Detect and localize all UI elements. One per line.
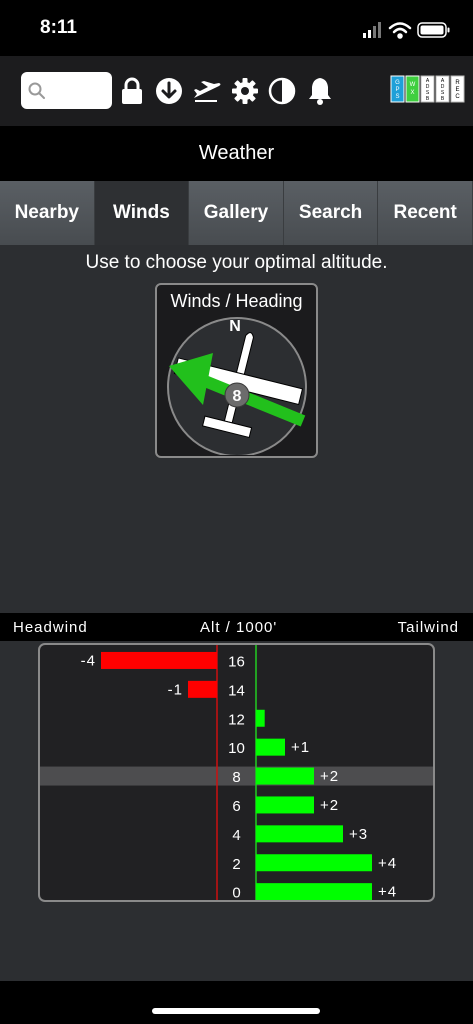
wind-speed: 8 — [233, 388, 242, 405]
adsb-out-indicator: A D S B — [435, 75, 450, 103]
svg-text:E: E — [455, 87, 459, 93]
tailwind-bar — [256, 709, 265, 727]
rec-indicator: R E C — [450, 75, 465, 103]
gear-icon — [232, 78, 258, 104]
home-indicator[interactable] — [152, 1008, 320, 1014]
wind-compass: N 8 — [167, 317, 307, 455]
bar-value-label: +3 — [349, 826, 368, 843]
altitude-tick-label: 2 — [232, 856, 240, 873]
battery-icon — [417, 22, 450, 38]
bell-icon — [309, 78, 331, 105]
adsb-indicator: A D S B — [420, 75, 435, 103]
wifi-icon — [388, 22, 412, 39]
altitude-tick-label: 14 — [228, 682, 245, 699]
altitude-label: Alt / 1000' — [200, 619, 278, 636]
winds-content: Use to choose your optimal altitude. Win… — [0, 245, 473, 613]
plane-icon — [194, 81, 221, 102]
tailwind-bar — [256, 767, 314, 785]
winds-axis-header: Headwind Alt / 1000' Tailwind — [0, 613, 473, 641]
winds-chart[interactable]: -4 16 -1 14 12 +1 10 +2 8 +2 6 +3 4 +4 2 +4 0 — [38, 643, 435, 902]
plane-button[interactable] — [192, 74, 222, 108]
tailwind-label: Tailwind — [397, 619, 459, 636]
status-time: 8:11 — [40, 17, 77, 38]
svg-text:C: C — [455, 94, 460, 100]
download-icon — [156, 78, 182, 104]
page-title: Weather — [198, 142, 275, 164]
hint-text: Use to choose your optimal altitude. — [85, 252, 388, 273]
settings-button[interactable] — [230, 74, 260, 108]
search-input[interactable] — [51, 78, 107, 102]
bar-value-label: -1 — [168, 681, 183, 698]
headwind-bar — [188, 680, 217, 698]
winds-chart-area: -4 16 -1 14 12 +1 10 +2 8 +2 6 +3 4 +4 2 +4 0 — [0, 641, 473, 981]
svg-text:P: P — [395, 87, 399, 93]
tab-gallery[interactable]: Gallery — [189, 181, 284, 245]
headwind-bar — [101, 651, 217, 669]
tab-winds[interactable]: Winds — [94, 181, 190, 245]
bar-value-label: +4 — [378, 884, 397, 900]
wind-heading-widget[interactable]: Winds / Heading N 8 — [155, 283, 318, 458]
tab-search[interactable]: Search — [283, 181, 379, 245]
bar-value-label: +2 — [320, 797, 339, 814]
bar-value-label: +4 — [378, 855, 397, 872]
signal-icon — [363, 22, 381, 38]
status-icons — [363, 22, 450, 39]
bar-value-label: +1 — [291, 739, 310, 756]
tailwind-bar — [256, 796, 314, 814]
contrast-icon — [268, 77, 296, 105]
bar-value-label: -4 — [81, 652, 96, 669]
tailwind-bar — [256, 854, 372, 872]
altitude-tick-label: 0 — [232, 885, 240, 900]
tailwind-bar — [256, 738, 285, 756]
bottom-strip — [0, 981, 473, 1024]
tab-recent[interactable]: Recent — [378, 181, 473, 245]
device-status-panel[interactable]: G P S W X A D S B A D S B R E C — [390, 72, 470, 106]
notifications-button[interactable] — [305, 74, 335, 108]
svg-text:S: S — [395, 94, 399, 100]
compass-north: N — [229, 318, 241, 335]
tab-nearby[interactable]: Nearby — [0, 181, 95, 245]
gps-indicator: G P S — [390, 75, 405, 103]
download-button[interactable] — [154, 74, 184, 108]
altitude-tick-label: 10 — [228, 740, 245, 757]
svg-text:W: W — [410, 82, 416, 88]
bar-value-label: +2 — [320, 768, 339, 785]
altitude-tick-label: 12 — [228, 711, 245, 728]
wind-chart-svg: -4 16 -1 14 12 +1 10 +2 8 +2 6 +3 4 +4 2 +4 0 — [40, 645, 433, 900]
status-bar: 8:11 — [0, 0, 473, 56]
svg-text:X: X — [410, 90, 414, 96]
wind-widget-label: Winds / Heading — [170, 291, 303, 311]
lock-icon — [122, 77, 142, 104]
altitude-tick-label: 6 — [232, 798, 240, 815]
search-icon — [28, 82, 45, 99]
headwind-label: Headwind — [13, 619, 88, 636]
toolbar: G P S W X A D S B A D S B R E C — [0, 56, 473, 126]
altitude-tick-label: 16 — [228, 653, 245, 670]
wx-indicator: W X — [405, 75, 420, 103]
altitude-tick-label: 8 — [232, 769, 240, 786]
tab-bar: Nearby Winds Gallery Search Recent — [0, 181, 473, 245]
lock-button[interactable] — [117, 74, 147, 108]
search-box[interactable] — [21, 72, 112, 109]
altitude-tick-label: 4 — [232, 827, 240, 844]
tailwind-bar — [256, 883, 372, 900]
svg-text:R: R — [455, 80, 460, 86]
night-mode-button[interactable] — [267, 74, 297, 108]
svg-text:G: G — [395, 80, 400, 86]
tailwind-bar — [256, 825, 343, 843]
title-bar: Weather — [0, 126, 473, 181]
